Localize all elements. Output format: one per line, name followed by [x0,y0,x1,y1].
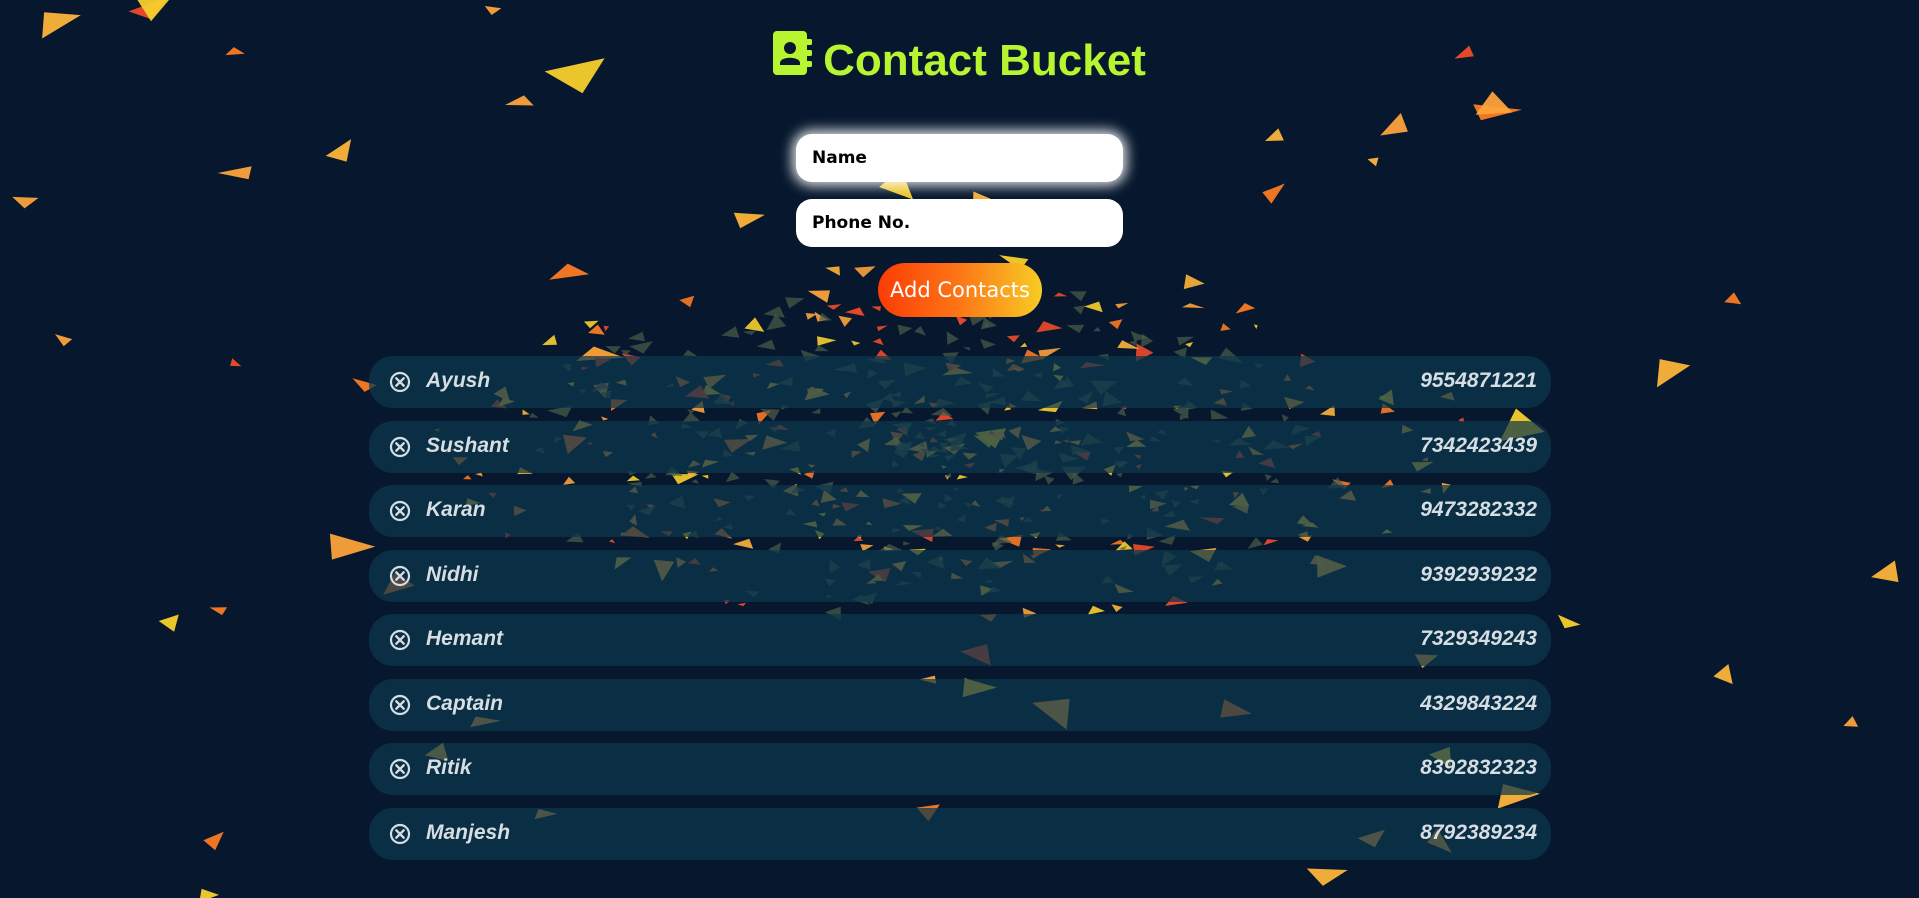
contact-row: Karan 9473282332 [369,485,1551,537]
contact-phone: 9554871221 [1420,369,1537,392]
contact-name: Ritik [426,756,472,779]
contact-row: Hemant 7329349243 [369,614,1551,666]
remove-contact-icon[interactable] [389,629,411,651]
remove-contact-icon[interactable] [389,823,411,845]
contact-row: Sushant 7342423439 [369,420,1551,473]
contact-row: Ayush 9554871221 [369,356,1551,408]
page: Contact Bucket Add Contacts Ayush 9554871… [0,0,1919,898]
contact-row: Captain 4329843224 [369,678,1551,731]
contact-phone: 4329843224 [1420,691,1537,715]
contact-book-icon [773,30,813,88]
contact-name: Ayush [426,369,491,392]
remove-contact-icon[interactable] [389,436,411,458]
add-contacts-button[interactable]: Add Contacts [878,263,1042,317]
contact-phone: 8792389234 [1420,820,1537,844]
remove-contact-icon[interactable] [389,371,411,393]
remove-contact-icon[interactable] [389,694,411,716]
contact-row: Nidhi 9392939232 [369,549,1551,602]
remove-contact-icon[interactable] [389,565,411,587]
contact-phone: 9473282332 [1420,498,1537,521]
contact-list: Ayush 9554871221 Sushant 7342423439 Karan 947… [369,356,1551,872]
name-input[interactable] [796,134,1123,182]
contact-name: Nidhi [426,562,479,586]
contact-phone: 7329349243 [1420,627,1537,650]
contact-phone: 7342423439 [1420,433,1537,457]
page-title: Contact Bucket [823,36,1146,85]
contact-name: Captain [426,691,504,715]
contact-name: Sushant [426,433,509,457]
phone-input[interactable] [796,199,1123,247]
contact-name: Manjesh [426,820,511,844]
remove-contact-icon[interactable] [389,758,411,780]
contact-name: Karan [426,498,486,521]
contact-phone: 8392832323 [1420,756,1537,779]
contact-name: Hemant [426,627,504,650]
page-header: Contact Bucket [0,30,1919,88]
contact-row: Manjesh 8792389234 [369,807,1551,860]
contact-row: Ritik 8392832323 [369,743,1551,795]
contact-phone: 9392939232 [1420,562,1537,586]
remove-contact-icon[interactable] [389,500,411,522]
